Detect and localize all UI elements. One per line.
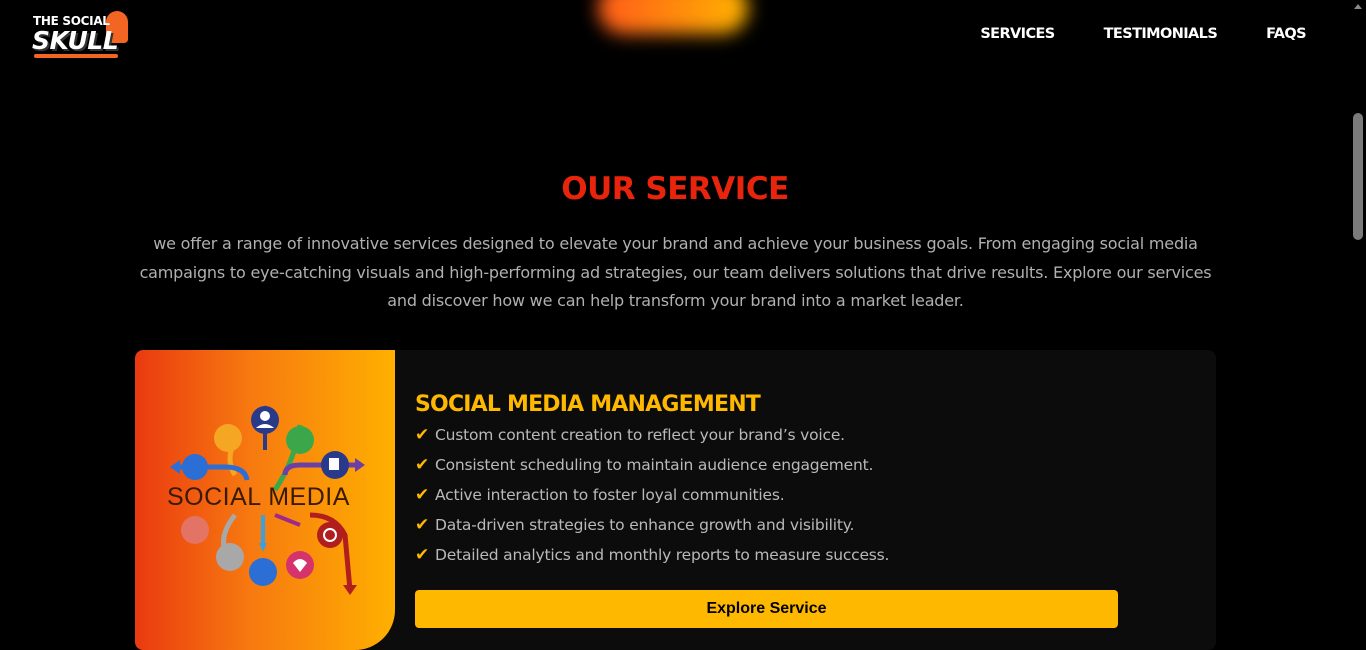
checkmark-icon: ✔ (415, 485, 430, 505)
service-card-title: SOCIAL MEDIA MANAGEMENT (415, 392, 761, 418)
explore-service-button[interactable]: Explore Service (415, 590, 1118, 628)
nav-item-testimonials[interactable]: TESTIMONIALS (1104, 24, 1218, 44)
feature-text: Active interaction to foster loyal commu… (435, 486, 785, 504)
decorative-glow-blob (598, 0, 748, 34)
list-item: ✔ Data-driven strategies to enhance growt… (415, 510, 889, 540)
logo-text-line2: SKULL (32, 26, 119, 55)
section-title: OUR SERVICE (561, 170, 789, 207)
list-item: ✔ Custom content creation to reflect your… (415, 420, 889, 450)
scrollbar-thumb[interactable] (1353, 113, 1363, 240)
list-item: ✔ Active interaction to foster loyal comm… (415, 480, 889, 510)
service-card: SOCIAL MEDIA SOCIAL MEDIA MANAGEMENT ✔ Cu… (135, 350, 1216, 650)
logo-underline (34, 54, 118, 58)
feature-text: Data-driven strategies to enhance growth… (435, 516, 855, 534)
feature-text: Detailed analytics and monthly reports t… (435, 546, 890, 564)
feature-text: Custom content creation to reflect your … (435, 426, 845, 444)
brand-logo[interactable]: THE SOCIAL SKULL (30, 10, 130, 60)
checkmark-icon: ✔ (415, 425, 430, 445)
checkmark-icon: ✔ (415, 545, 430, 565)
list-item: ✔ Consistent scheduling to maintain audie… (415, 450, 889, 480)
social-media-image-label: SOCIAL MEDIA (167, 483, 350, 511)
list-item: ✔ Detailed analytics and monthly reports … (415, 540, 889, 570)
page-scrollbar[interactable] (1350, 0, 1366, 627)
checkmark-icon: ✔ (415, 515, 430, 535)
scroll-up-arrow-icon[interactable] (1354, 4, 1362, 9)
service-card-image: SOCIAL MEDIA (135, 350, 395, 650)
feature-list: ✔ Custom content creation to reflect your… (415, 420, 889, 570)
nav-item-faqs[interactable]: FAQS (1266, 24, 1306, 44)
nav-item-services[interactable]: SERVICES (980, 24, 1055, 44)
section-intro: we offer a range of innovative services … (139, 234, 1212, 310)
main-nav: SERVICES TESTIMONIALS FAQS (980, 24, 1306, 44)
checkmark-icon: ✔ (415, 455, 430, 475)
feature-text: Consistent scheduling to maintain audien… (435, 456, 874, 474)
